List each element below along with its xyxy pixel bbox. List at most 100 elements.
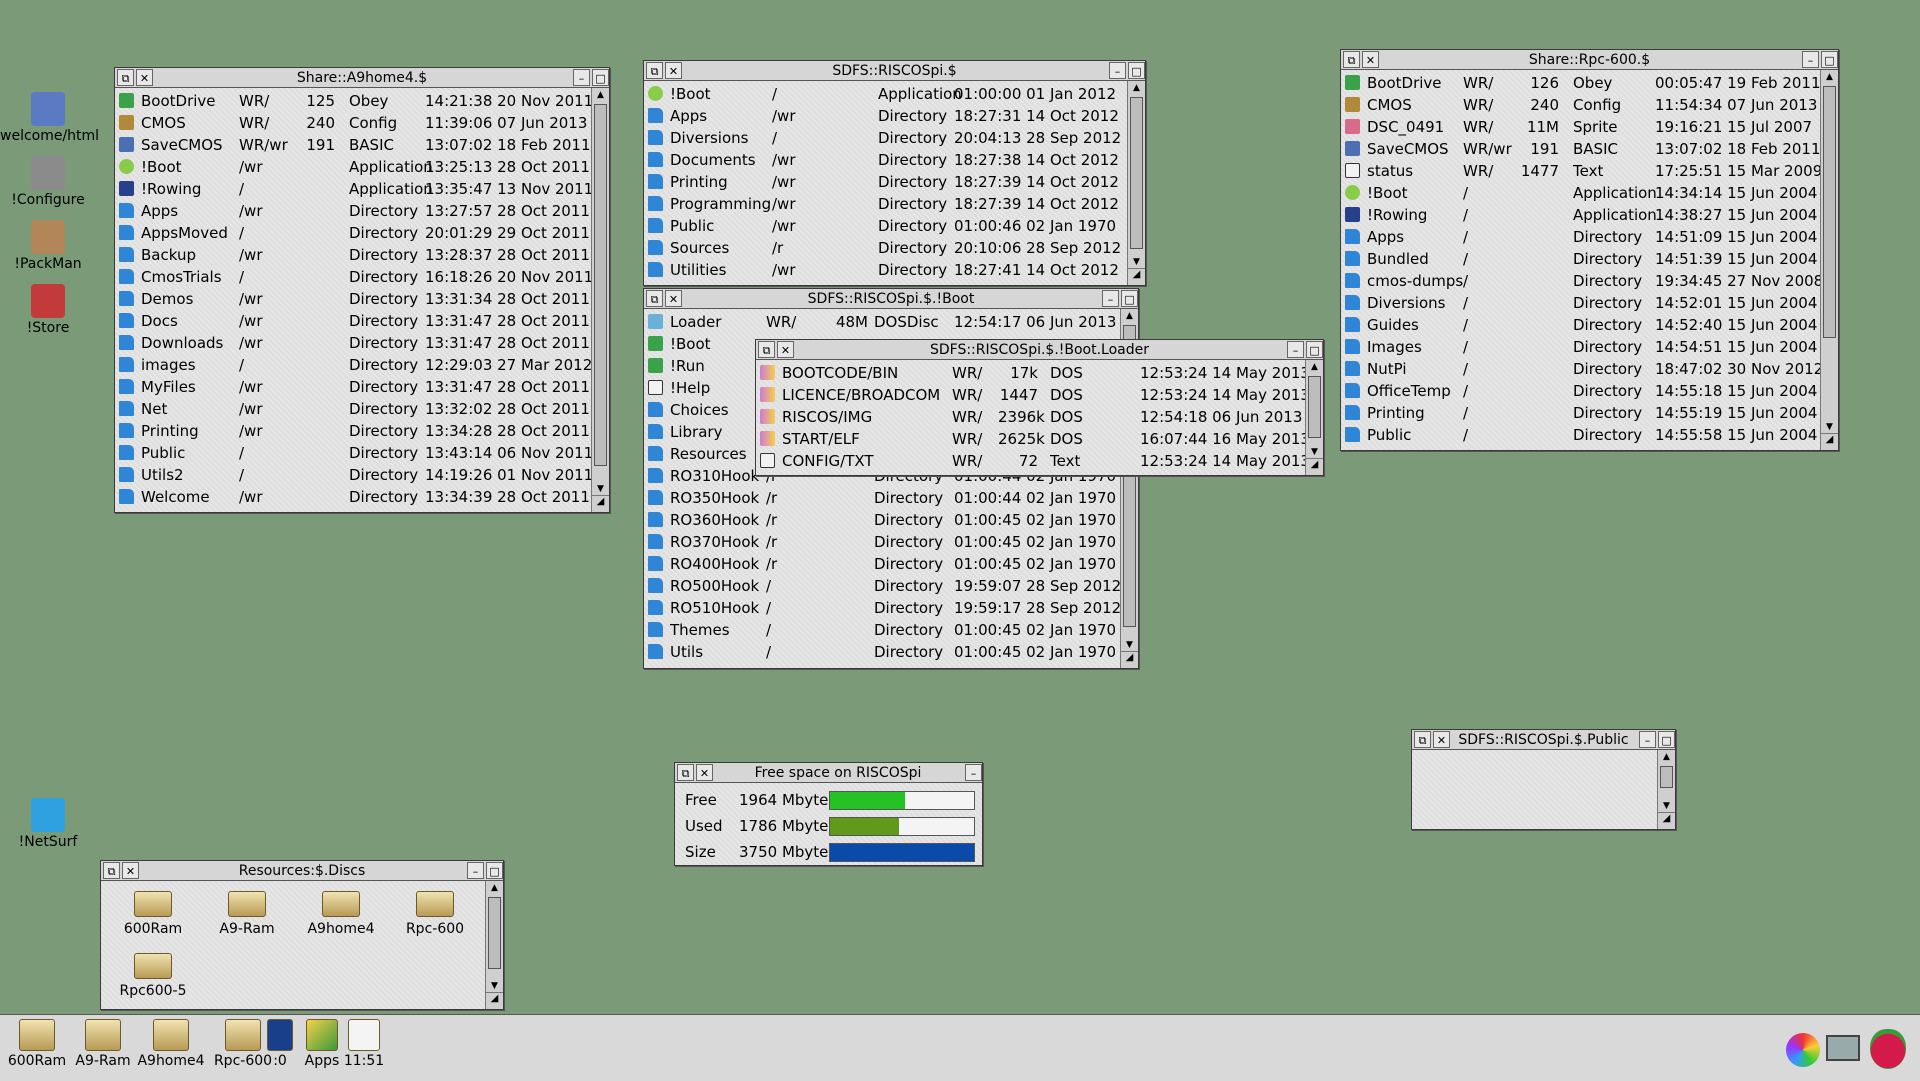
scroll-up-icon[interactable]: ▲ <box>1128 81 1145 95</box>
file-row[interactable]: !Rowing / Application 14:38:27 15 Jun 2004 <box>1345 204 1820 226</box>
file-row[interactable]: Public / Directory 13:43:14 06 Nov 2011 <box>119 442 591 464</box>
back-icon[interactable]: ⧉ <box>1414 731 1431 748</box>
toggle-size-icon[interactable]: □ <box>1128 62 1145 79</box>
toggle-size-icon[interactable]: □ <box>1306 341 1323 358</box>
iconbar-item-apps[interactable]: Apps <box>300 1019 344 1069</box>
back-icon[interactable]: ⧉ <box>677 764 694 781</box>
close-icon[interactable]: ✕ <box>136 69 153 86</box>
close-icon[interactable]: ✕ <box>665 290 682 307</box>
scroll-up-icon[interactable]: ▲ <box>1121 309 1138 323</box>
file-row[interactable]: !Boot / Application 01:00:00 01 Jan 2012 <box>648 83 1127 105</box>
file-row[interactable]: RO510Hook / Directory 19:59:17 28 Sep 2012 <box>648 597 1120 619</box>
scroll-down-icon[interactable]: ▼ <box>1658 799 1675 813</box>
close-icon[interactable]: ✕ <box>696 764 713 781</box>
vertical-scrollbar[interactable]: ▲ ▼ <box>1127 81 1145 269</box>
desktop-icon-configure[interactable]: !Configure <box>0 156 96 208</box>
file-row[interactable]: Downloads/wr Directory 13:31:47 28 Oct 201… <box>119 332 591 354</box>
vertical-scrollbar[interactable]: ▲ ▼ <box>485 881 503 993</box>
file-row[interactable]: Images / Directory 14:54:51 15 Jun 2004 <box>1345 336 1820 358</box>
resize-icon[interactable]: ◢ <box>1820 433 1838 450</box>
scroll-down-icon[interactable]: ▼ <box>486 979 503 993</box>
file-row[interactable]: Themes / Directory 01:00:45 02 Jan 1970 <box>648 619 1120 641</box>
display-icon[interactable] <box>1826 1035 1860 1061</box>
file-row[interactable]: AppsMoved / Directory 20:01:29 29 Oct 2011 <box>119 222 591 244</box>
scroll-down-icon[interactable]: ▼ <box>1821 420 1838 434</box>
resize-icon[interactable]: ◢ <box>591 495 609 512</box>
iconbar-item-sd-card[interactable]: :0 <box>258 1019 302 1069</box>
colour-palette-icon[interactable] <box>1786 1033 1820 1067</box>
file-row[interactable]: DSC_0491 WR/11M Sprite 19:16:21 15 Jul 2007 <box>1345 116 1820 138</box>
file-row[interactable]: Diversions / Directory 20:04:13 28 Sep 2012 <box>648 127 1127 149</box>
title-bar[interactable]: ⧉ ✕ Free space on RISCOSpi – <box>675 763 982 783</box>
desktop-icon-netsurf[interactable]: !NetSurf <box>0 798 96 850</box>
file-row[interactable]: CmosTrials / Directory 16:18:26 20 Nov 2011 <box>119 266 591 288</box>
scroll-up-icon[interactable]: ▲ <box>1306 360 1323 374</box>
file-row[interactable]: Welcome/wr Directory 13:34:39 28 Oct 2011 <box>119 486 591 508</box>
desktop-icon-packman[interactable]: !PackMan <box>0 220 96 272</box>
filer-window-riscospi-root[interactable]: ⧉ ✕ SDFS::RISCOSpi.$ – □ !Boot / Applicati… <box>643 60 1146 286</box>
toggle-size-icon[interactable]: □ <box>1821 51 1838 68</box>
file-row[interactable]: OfficeTemp / Directory 14:55:18 15 Jun 2004 <box>1345 380 1820 402</box>
iconbar-item-disc-a9-ram[interactable]: A9-Ram <box>68 1019 138 1069</box>
file-row[interactable]: LICENCE/BROADCOM WR/1447 DOS 12:53:24 14 Ma… <box>760 384 1305 406</box>
toggle-size-icon[interactable]: □ <box>486 862 503 879</box>
toggle-size-icon[interactable]: □ <box>1658 731 1675 748</box>
iconise-icon[interactable]: – <box>1109 62 1126 79</box>
file-row[interactable]: !Rowing / Application 13:35:47 13 Nov 2011 <box>119 178 591 200</box>
file-row[interactable]: Apps/wr Directory 13:27:57 28 Oct 2011 <box>119 200 591 222</box>
filer-window-loader[interactable]: ⧉ ✕ SDFS::RISCOSpi.$.!Boot.Loader – □ BO… <box>755 339 1324 476</box>
file-row[interactable]: SaveCMOS WR/wr 191 BASIC 13:07:02 18 Feb 201… <box>1345 138 1820 160</box>
resize-icon[interactable]: ◢ <box>1127 268 1145 285</box>
file-row[interactable]: NutPi / Directory 18:47:02 30 Nov 2012 <box>1345 358 1820 380</box>
discs-window[interactable]: ⧉ ✕ Resources:$.Discs – □ 600Ram A9-Ram A9… <box>100 860 504 1010</box>
toggle-size-icon[interactable]: □ <box>592 69 609 86</box>
file-row[interactable]: RO500Hook / Directory 19:59:07 28 Sep 2012 <box>648 575 1120 597</box>
disc-item[interactable]: Rpc600-5 <box>113 953 193 999</box>
file-row[interactable]: RISCOS/IMG WR/2396k DOS 12:54:18 06 Jun 201… <box>760 406 1305 428</box>
file-row[interactable]: Docs/wr Directory 13:31:47 28 Oct 2011 <box>119 310 591 332</box>
vertical-scrollbar[interactable]: ▲ ▼ <box>1657 750 1675 813</box>
file-row[interactable]: RO370Hook/r Directory 01:00:45 02 Jan 1970 <box>648 531 1120 553</box>
back-icon[interactable]: ⧉ <box>1343 51 1360 68</box>
iconise-icon[interactable]: – <box>1639 731 1656 748</box>
vertical-scrollbar[interactable]: ▲ ▼ <box>591 88 609 496</box>
file-row[interactable]: Public/wr Directory 01:00:46 02 Jan 1970 <box>648 215 1127 237</box>
title-bar[interactable]: ⧉ ✕ SDFS::RISCOSpi.$.Public – □ <box>1412 730 1675 750</box>
file-row[interactable]: Sources/r Directory 20:10:06 28 Sep 2012 <box>648 237 1127 259</box>
file-row[interactable]: Loader WR/48M DOSDisc 12:54:17 06 Jun 2013 <box>648 311 1120 333</box>
toggle-size-icon[interactable]: □ <box>1121 290 1138 307</box>
file-row[interactable]: Net/wr Directory 13:32:02 28 Oct 2011 <box>119 398 591 420</box>
file-row[interactable]: RO350Hook/r Directory 01:00:44 02 Jan 1970 <box>648 487 1120 509</box>
file-row[interactable]: MyFiles/wr Directory 13:31:47 28 Oct 2011 <box>119 376 591 398</box>
iconise-icon[interactable]: – <box>965 764 982 781</box>
file-row[interactable]: Utils2 / Directory 14:19:26 01 Nov 2011 <box>119 464 591 486</box>
back-icon[interactable]: ⧉ <box>758 341 775 358</box>
file-row[interactable]: Apps / Directory 14:51:09 15 Jun 2004 <box>1345 226 1820 248</box>
file-row[interactable]: Backup/wr Directory 13:28:37 28 Oct 2011 <box>119 244 591 266</box>
resize-icon[interactable]: ◢ <box>485 992 503 1009</box>
file-row[interactable]: status WR/1477 Text 17:25:51 15 Mar 2009 <box>1345 160 1820 182</box>
close-icon[interactable]: ✕ <box>665 62 682 79</box>
iconbar-item-disc-a9home4[interactable]: A9home4 <box>136 1019 206 1069</box>
scroll-thumb[interactable] <box>594 104 607 466</box>
file-row[interactable]: Apps/wr Directory 18:27:31 14 Oct 2012 <box>648 105 1127 127</box>
title-bar[interactable]: ⧉ ✕ SDFS::RISCOSpi.$.!Boot – □ <box>644 289 1138 309</box>
disc-item[interactable]: A9-Ram <box>207 891 287 937</box>
title-bar[interactable]: ⧉ ✕ SDFS::RISCOSpi.$ – □ <box>644 61 1145 81</box>
file-row[interactable]: cmos-dumps / Directory 19:34:45 27 Nov 2008 <box>1345 270 1820 292</box>
resize-icon[interactable]: ◢ <box>1657 812 1675 829</box>
scroll-thumb[interactable] <box>1308 376 1321 438</box>
title-bar[interactable]: ⧉ ✕ Share::Rpc-600.$ – □ <box>1341 50 1838 70</box>
file-row[interactable]: Utils / Directory 01:00:45 02 Jan 1970 <box>648 641 1120 663</box>
raspberry-pi-icon[interactable] <box>1870 1029 1906 1069</box>
disc-item[interactable]: 600Ram <box>113 891 193 937</box>
scroll-thumb[interactable] <box>1130 97 1143 249</box>
file-row[interactable]: !Boot / Application 14:34:14 15 Jun 2004 <box>1345 182 1820 204</box>
file-row[interactable]: Diversions / Directory 14:52:01 15 Jun 2004 <box>1345 292 1820 314</box>
file-row[interactable]: Printing/wr Directory 13:34:28 28 Oct 2011 <box>119 420 591 442</box>
file-row[interactable]: Public / Directory 14:55:58 15 Jun 2004 <box>1345 424 1820 446</box>
filer-window-public[interactable]: ⧉ ✕ SDFS::RISCOSpi.$.Public – □ ▲ ▼ ◢ <box>1411 729 1676 830</box>
file-row[interactable]: CMOS WR/240 Config 11:54:34 07 Jun 2013 <box>1345 94 1820 116</box>
scroll-up-icon[interactable]: ▲ <box>1821 70 1838 84</box>
iconbar-item-disc-600ram[interactable]: 600Ram <box>2 1019 72 1069</box>
